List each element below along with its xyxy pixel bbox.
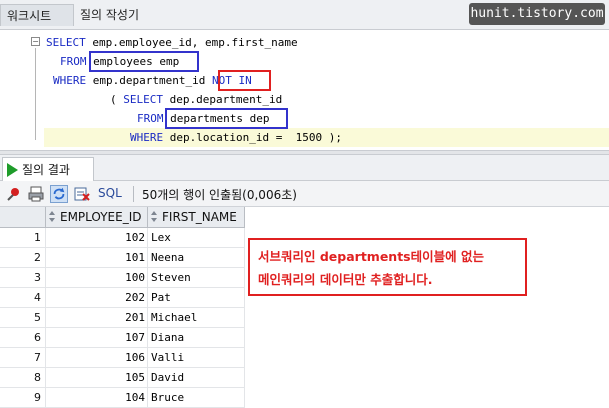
cell-employee-id[interactable]: 106 (46, 348, 148, 368)
refresh-icon[interactable] (50, 185, 68, 203)
table-row[interactable]: 6 107 Diana (0, 328, 245, 348)
cell-first-name[interactable]: Neena (148, 248, 245, 268)
table-row[interactable]: 4 202 Pat (0, 288, 245, 308)
pin-icon[interactable] (5, 185, 23, 203)
fetch-status: 50개의 행이 인출됨(0,006초) (142, 188, 297, 202)
tab-query-result-label: 질의 결과 (22, 163, 70, 177)
table-row[interactable]: 8 105 David (0, 368, 245, 388)
row-number: 5 (0, 308, 46, 328)
row-number: 6 (0, 328, 46, 348)
fold-guide (35, 48, 36, 140)
row-number: 4 (0, 288, 46, 308)
cell-employee-id[interactable]: 107 (46, 328, 148, 348)
cell-first-name[interactable]: Bruce (148, 388, 245, 408)
row-number: 2 (0, 248, 46, 268)
highlight-departments-dep (165, 108, 288, 129)
cell-first-name[interactable]: Valli (148, 348, 245, 368)
row-number: 9 (0, 388, 46, 408)
cell-employee-id[interactable]: 104 (46, 388, 148, 408)
cell-first-name[interactable]: David (148, 368, 245, 388)
tab-query-result[interactable]: 질의 결과 (2, 157, 94, 181)
row-number: 7 (0, 348, 46, 368)
table-row[interactable]: 3 100 Steven (0, 268, 245, 288)
sort-icon[interactable] (150, 211, 159, 223)
column-header-first-name[interactable]: FIRST_NAME (148, 207, 245, 228)
code-line-1: SELECT emp.employee_id, emp.first_name (46, 36, 298, 49)
code-line-4: ( SELECT dep.department_id (110, 93, 283, 106)
sql-button[interactable]: SQL (98, 186, 122, 200)
annotation-line-1: 서브쿼리인 departments테이블에 없는 (258, 249, 484, 264)
editor-gutter (0, 30, 32, 150)
tab-worksheet[interactable]: 워크시트 (0, 4, 74, 26)
column-header-employee-id[interactable]: EMPLOYEE_ID (46, 207, 148, 228)
cell-employee-id[interactable]: 202 (46, 288, 148, 308)
row-number: 3 (0, 268, 46, 288)
cell-first-name[interactable]: Diana (148, 328, 245, 348)
tab-query-builder[interactable]: 질의 작성기 (74, 4, 164, 26)
row-number-header (0, 207, 46, 228)
table-row[interactable]: 1 102 Lex (0, 228, 245, 248)
code-line-6: WHERE dep.location_id = 1500 ); (130, 131, 342, 144)
cell-employee-id[interactable]: 105 (46, 368, 148, 388)
results-tabbar: 질의 결과 (0, 155, 609, 181)
sort-icon[interactable] (48, 211, 57, 223)
cell-employee-id[interactable]: 201 (46, 308, 148, 328)
results-toolbar: SQL 50개의 행이 인출됨(0,006초) (0, 181, 609, 207)
highlight-not-in (218, 70, 271, 91)
cell-employee-id[interactable]: 100 (46, 268, 148, 288)
cell-employee-id[interactable]: 102 (46, 228, 148, 248)
table-row[interactable]: 5 201 Michael (0, 308, 245, 328)
cell-first-name[interactable]: Pat (148, 288, 245, 308)
worksheet-tabbar: 워크시트 질의 작성기 hunit.tistory.com (0, 0, 609, 30)
sql-editor[interactable]: − SELECT emp.employee_id, emp.first_name… (0, 30, 609, 150)
export-icon[interactable] (73, 185, 91, 203)
watermark: hunit.tistory.com (469, 3, 605, 25)
cell-first-name[interactable]: Lex (148, 228, 245, 248)
table-row[interactable]: 7 106 Valli (0, 348, 245, 368)
table-row[interactable]: 2 101 Neena (0, 248, 245, 268)
fold-toggle-icon[interactable]: − (31, 37, 40, 46)
table-row[interactable]: 9 104 Bruce (0, 388, 245, 408)
annotation-callout: 서브쿼리인 departments테이블에 없는 메인쿼리의 데이터만 추출합니… (248, 238, 527, 296)
cell-first-name[interactable]: Steven (148, 268, 245, 288)
highlight-employees-emp (89, 51, 199, 72)
row-number: 8 (0, 368, 46, 388)
annotation-line-2: 메인쿼리의 데이터만 추출합니다. (258, 272, 433, 287)
print-icon[interactable] (27, 185, 45, 203)
toolbar-divider (133, 186, 134, 202)
row-number: 1 (0, 228, 46, 248)
run-icon (7, 163, 18, 177)
cell-employee-id[interactable]: 101 (46, 248, 148, 268)
cell-first-name[interactable]: Michael (148, 308, 245, 328)
